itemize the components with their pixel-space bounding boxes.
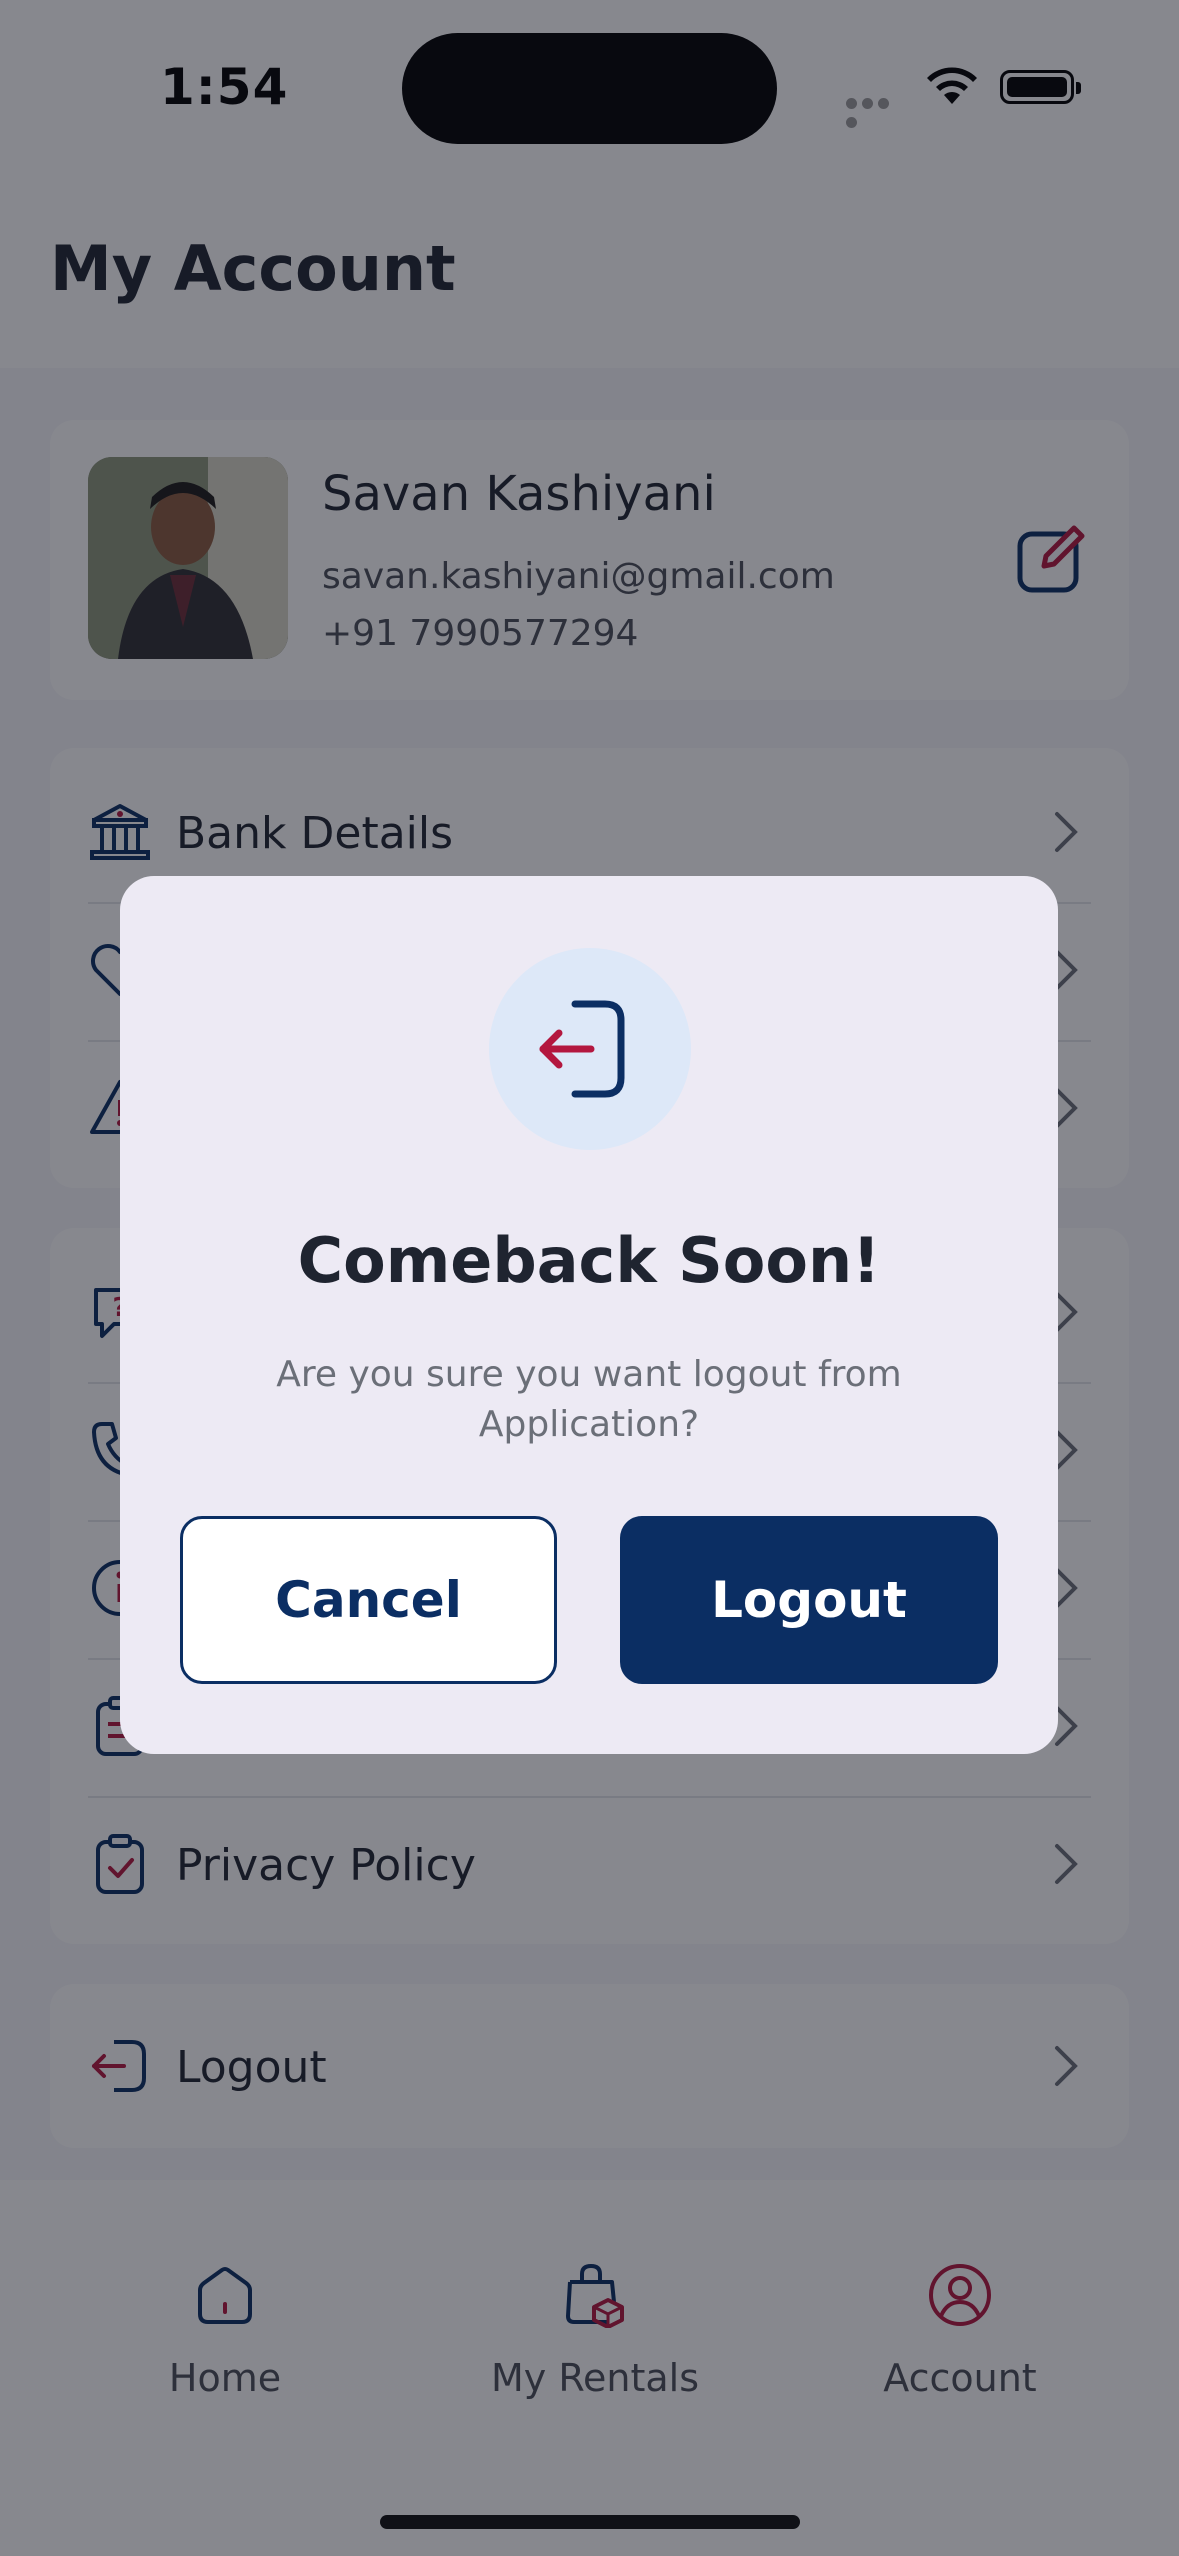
dialog-message: Are you sure you want logout from Applic…: [276, 1354, 902, 1445]
dialog-title: Comeback Soon!: [297, 1224, 881, 1297]
cancel-button[interactable]: Cancel: [180, 1516, 557, 1684]
logout-button[interactable]: Logout: [620, 1516, 998, 1684]
dialog-icon-circle: [489, 948, 691, 1150]
logout-dialog: Comeback Soon! Are you sure you want log…: [120, 876, 1058, 1754]
logout-icon: [539, 1000, 625, 1098]
